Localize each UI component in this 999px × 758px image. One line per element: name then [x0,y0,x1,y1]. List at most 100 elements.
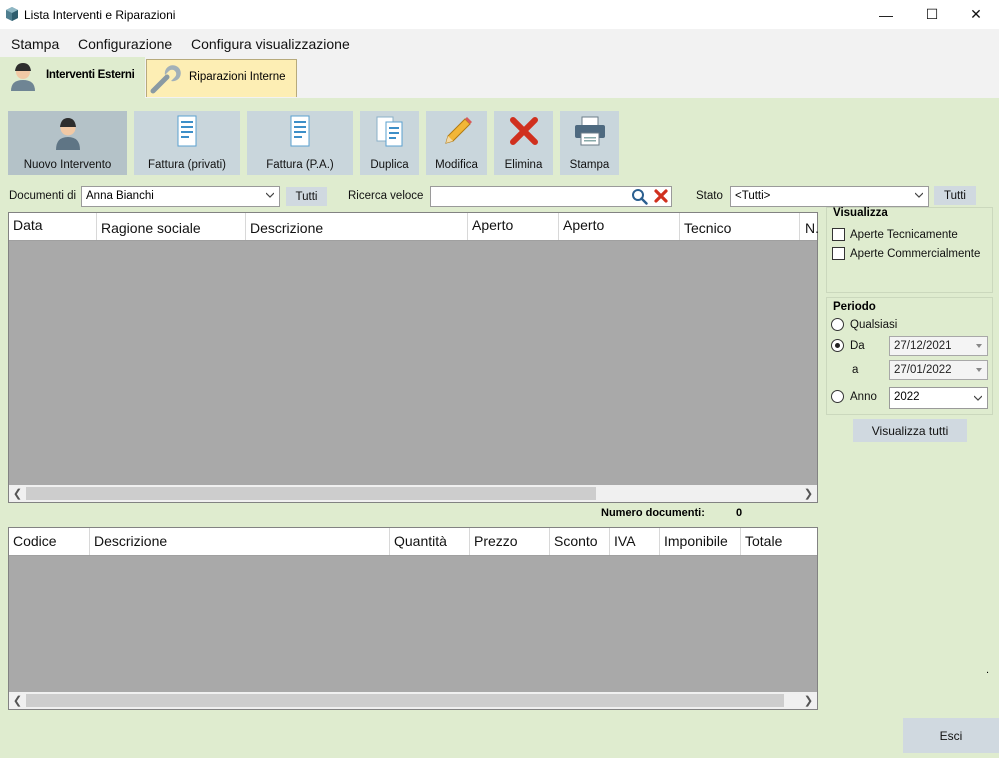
button-label: Modifica [435,159,478,171]
technician-icon [11,63,35,91]
duplica-button[interactable]: Duplica [360,111,419,175]
documenti-di-select[interactable]: Anna Bianchi [81,186,280,207]
app-icon [6,7,18,21]
anno-radio[interactable] [831,390,844,403]
scroll-left-icon[interactable]: ❮ [9,692,26,709]
menu-stampa[interactable]: Stampa [11,36,59,52]
numero-documenti-label: Numero documenti: [601,507,705,519]
a-date-picker[interactable]: 27/01/2022 [889,360,988,380]
modifica-button[interactable]: Modifica [426,111,487,175]
minimize-button[interactable]: — [863,0,909,29]
button-label: Fattura (privati) [148,159,226,171]
stray-dot: . [986,664,990,676]
fattura-pa-button[interactable]: Fattura (P.A.) [247,111,353,175]
visualizza-tutti-button[interactable]: Visualizza tutti [853,419,967,442]
printer-icon [574,116,605,146]
column-header[interactable]: Descrizione [90,528,390,555]
tutti-button[interactable]: Tutti [286,187,327,206]
column-header[interactable]: Descrizione [246,213,468,240]
scroll-right-icon[interactable]: ❯ [800,692,817,709]
ricerca-veloce-label: Ricerca veloce [348,190,424,202]
column-header[interactable]: Aperto [559,213,680,240]
column-header[interactable]: IVA [610,528,660,555]
clear-search-icon[interactable] [654,189,668,203]
detail-grid[interactable]: Codice Descrizione Quantità Prezzo Scont… [8,527,818,710]
maximize-icon: ☐ [925,6,939,22]
column-header[interactable]: Quantità [390,528,470,555]
stato-select[interactable]: <Tutti> [730,186,929,207]
aperte-tecnicamente-label[interactable]: Aperte Tecnicamente [850,229,958,241]
a-date-value: 27/01/2022 [894,364,952,376]
column-header[interactable]: Totale [741,528,818,555]
close-button[interactable]: ✕ [953,0,999,29]
stato-tutti-button[interactable]: Tutti [934,186,976,205]
document-icon [177,115,197,147]
aperte-tecnicamente-checkbox[interactable] [832,228,845,241]
wrench-icon [150,65,181,94]
nuovo-intervento-button[interactable]: Nuovo Intervento [8,111,127,175]
da-date-picker[interactable]: 27/12/2021 [889,336,988,356]
column-header[interactable]: Aperto [468,213,559,240]
numero-documenti-value: 0 [736,507,743,519]
minimize-icon: — [879,6,893,23]
button-label: Elimina [504,159,543,171]
anno-label[interactable]: Anno [850,391,877,403]
menu-configurazione[interactable]: Configurazione [78,36,172,52]
column-header[interactable]: Sconto [550,528,610,555]
scrollbar-thumb[interactable] [26,487,596,500]
chevron-down-icon [266,192,274,198]
column-header[interactable]: Data [9,213,97,240]
qualsiasi-radio[interactable] [831,318,844,331]
a-label: a [852,364,859,376]
chevron-down-icon [974,395,982,401]
red-x-icon [509,117,538,145]
aperte-commercialmente-checkbox[interactable] [832,247,845,260]
grid-header: Codice Descrizione Quantità Prezzo Scont… [9,528,817,556]
technician-icon [55,118,80,150]
window-title: Lista Interventi e Riparazioni [24,8,176,22]
fattura-privati-button[interactable]: Fattura (privati) [134,111,240,175]
column-header[interactable]: Ragione sociale [97,213,246,240]
column-header[interactable]: Imponibile [660,528,741,555]
document-icon [290,115,310,147]
maximize-button[interactable]: ☐ [909,0,955,29]
elimina-button[interactable]: Elimina [494,111,553,175]
aperte-commercialmente-label[interactable]: Aperte Commercialmente [850,248,980,260]
da-date-value: 27/12/2021 [894,340,952,352]
scroll-left-icon[interactable]: ❮ [9,485,26,502]
search-icon[interactable] [631,188,648,205]
scroll-right-icon[interactable]: ❯ [800,485,817,502]
dropdown-arrow-icon [976,368,982,372]
stato-label: Stato [696,190,723,202]
stato-value: <Tutti> [735,190,771,202]
column-header[interactable]: Tecnico [680,213,800,240]
column-header[interactable]: N. [800,213,818,240]
tab-label: Interventi Esterni [46,69,135,81]
stampa-button[interactable]: Stampa [560,111,619,175]
column-header[interactable]: Prezzo [470,528,550,555]
documenti-di-value: Anna Bianchi [86,190,154,202]
horizontal-scrollbar[interactable]: ❮ ❯ [9,485,817,502]
menu-configura-visualizzazione[interactable]: Configura visualizzazione [191,36,350,52]
da-radio[interactable] [831,339,844,352]
da-label[interactable]: Da [850,340,865,352]
pencil-icon [444,117,472,144]
qualsiasi-label[interactable]: Qualsiasi [850,319,897,331]
anno-value: 2022 [894,391,920,403]
tab-label: Riparazioni Interne [189,71,286,83]
visualizza-title: Visualizza [833,207,888,219]
esci-button[interactable]: Esci [903,718,999,753]
horizontal-scrollbar[interactable]: ❮ ❯ [9,692,817,709]
button-label: Fattura (P.A.) [266,159,334,171]
dropdown-arrow-icon [976,344,982,348]
grid-header: Data Ragione sociale Descrizione Aperto … [9,213,818,241]
chevron-down-icon [915,192,923,198]
anno-select[interactable]: 2022 [889,387,988,409]
close-icon: ✕ [970,6,982,22]
column-header[interactable]: Codice [9,528,90,555]
duplicate-icon [376,116,402,147]
documenti-di-label: Documenti di [9,190,77,202]
documents-grid[interactable]: Data Ragione sociale Descrizione Aperto … [8,212,818,503]
button-label: Duplica [370,159,409,171]
scrollbar-thumb[interactable] [26,694,784,707]
